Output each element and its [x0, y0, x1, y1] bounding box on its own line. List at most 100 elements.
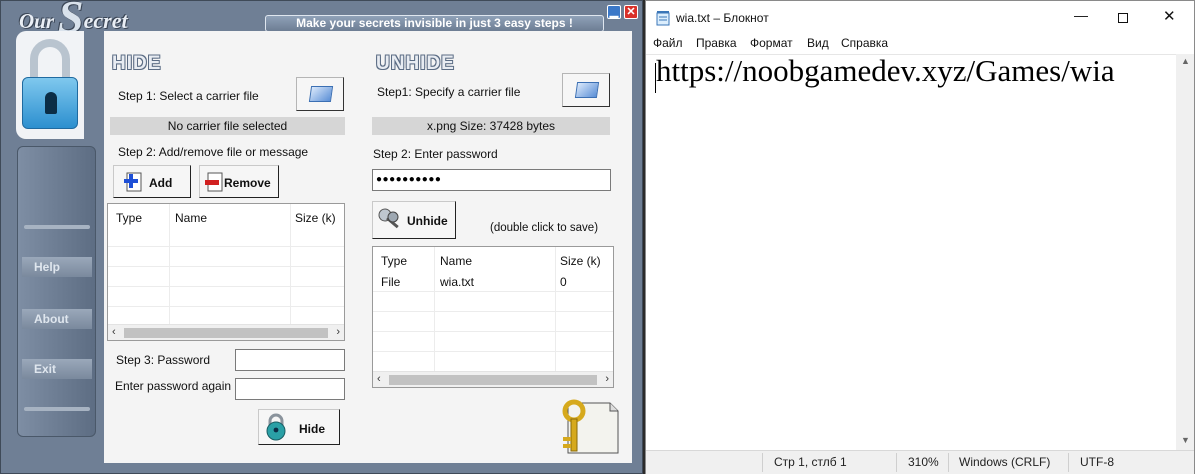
row-divider	[373, 311, 613, 312]
row-divider	[108, 306, 344, 307]
unhide-file-list[interactable]: Type Name Size (k) File wia.txt 0 ‹ ›	[372, 246, 614, 388]
about-button[interactable]: About	[22, 309, 92, 329]
row-divider	[373, 331, 613, 332]
hide-button-label: Hide	[299, 422, 326, 436]
save-hint: (double click to save)	[490, 222, 599, 234]
notepad-close-button[interactable]: ✕	[1163, 7, 1176, 25]
hide-carrier-status: No carrier file selected	[110, 117, 345, 135]
row-name: wia.txt	[440, 275, 475, 289]
unhide-list-hscrollbar[interactable]: ‹ ›	[373, 371, 613, 387]
minimize-button[interactable]: ▁	[607, 5, 621, 19]
folder-icon	[574, 82, 600, 98]
exit-button[interactable]: Exit	[22, 359, 92, 379]
notepad-minimize-button[interactable]: —	[1074, 7, 1088, 23]
notepad-title: wia.txt – Блокнот	[676, 11, 769, 25]
divider	[24, 225, 90, 229]
password-again-label: Enter password again	[115, 379, 232, 393]
logo-secret-text: ecret	[83, 8, 128, 33]
menu-help[interactable]: Справка	[841, 36, 888, 50]
lock-panel	[16, 31, 84, 139]
hide-step3-label: Step 3: Password	[116, 353, 211, 367]
status-encoding: UTF-8	[1080, 455, 1114, 469]
folder-icon	[308, 86, 334, 102]
status-position: Стр 1, стлб 1	[774, 455, 847, 469]
scroll-thumb[interactable]	[389, 375, 597, 385]
logo-our-text: Our	[19, 9, 55, 33]
hide-heading: HIDE	[112, 53, 162, 74]
app-logo: Our Secret	[19, 0, 128, 40]
our-secret-window: Our Secret Make your secrets invisible i…	[0, 0, 643, 474]
column-header-type[interactable]: Type	[116, 211, 142, 225]
unhide-password-input[interactable]: ●●●●●●●●●●	[372, 169, 611, 191]
status-zoom: 310%	[908, 455, 939, 469]
status-divider	[948, 453, 949, 472]
notepad-maximize-button[interactable]	[1118, 13, 1128, 23]
tagline-banner: Make your secrets invisible in just 3 ea…	[265, 15, 604, 32]
unhide-browse-carrier-button[interactable]	[562, 73, 610, 107]
hide-step2-label: Step 2: Add/remove file or message	[118, 145, 309, 159]
scroll-right-icon[interactable]: ›	[605, 372, 609, 387]
hide-browse-carrier-button[interactable]	[296, 77, 344, 111]
hide-password-confirm-input[interactable]	[235, 378, 345, 400]
keyhole-icon	[45, 92, 57, 114]
status-divider	[762, 453, 763, 472]
hide-list-hscrollbar[interactable]: ‹ ›	[108, 324, 344, 340]
row-type: File	[381, 275, 401, 289]
add-file-icon	[124, 172, 142, 192]
divider	[24, 407, 90, 411]
unhide-button-label: Unhide	[407, 214, 448, 228]
scroll-left-icon[interactable]: ‹	[377, 372, 381, 387]
row-size: 0	[560, 275, 567, 289]
add-button-label: Add	[149, 176, 173, 190]
unhide-carrier-status: x.png Size: 37428 bytes	[372, 117, 610, 135]
unhide-button[interactable]: Unhide	[372, 201, 456, 239]
column-header-size[interactable]: Size (k)	[560, 254, 601, 268]
nav-sidebar: Help About Exit	[17, 146, 96, 437]
notepad-vscrollbar[interactable]: ▲ ▼	[1176, 54, 1194, 450]
hide-password-input[interactable]	[235, 349, 345, 371]
notepad-editor[interactable]	[646, 54, 1176, 450]
column-header-name[interactable]: Name	[440, 254, 472, 268]
status-divider	[896, 453, 897, 472]
notepad-window: wia.txt – Блокнот — ✕ Файл Правка Формат…	[645, 0, 1195, 474]
scroll-thumb[interactable]	[124, 328, 328, 338]
hide-file-list[interactable]: Type Name Size (k) ‹ ›	[107, 203, 345, 341]
row-divider	[373, 291, 613, 292]
menu-edit[interactable]: Правка	[696, 36, 737, 50]
close-button[interactable]: ✕	[624, 5, 638, 19]
notepad-menubar: Файл Правка Формат Вид Справка	[646, 34, 1194, 54]
help-button[interactable]: Help	[22, 257, 92, 277]
scroll-left-icon[interactable]: ‹	[112, 325, 116, 340]
hide-lock-icon	[266, 413, 286, 441]
unhide-key-icon	[378, 208, 399, 229]
row-divider	[108, 286, 344, 287]
row-divider	[108, 246, 344, 247]
column-header-type[interactable]: Type	[381, 254, 407, 268]
menu-file[interactable]: Файл	[653, 36, 683, 50]
status-line-endings: Windows (CRLF)	[959, 455, 1051, 469]
column-divider	[555, 247, 556, 371]
menu-view[interactable]: Вид	[807, 36, 829, 50]
main-panel: HIDE Step 1: Select a carrier file No ca…	[104, 31, 632, 463]
column-divider	[434, 247, 435, 371]
notepad-titlebar: wia.txt – Блокнот — ✕	[646, 1, 1194, 34]
column-header-name[interactable]: Name	[175, 211, 207, 225]
key-document-icon	[562, 399, 619, 454]
scroll-right-icon[interactable]: ›	[336, 325, 340, 340]
hide-button[interactable]: Hide	[258, 409, 340, 445]
table-row[interactable]: File wia.txt 0	[373, 271, 613, 291]
menu-format[interactable]: Формат	[750, 36, 793, 50]
padlock-icon	[22, 77, 78, 129]
unhide-step1-label: Step1: Specify a carrier file	[377, 85, 521, 99]
scroll-up-icon[interactable]: ▲	[1181, 56, 1190, 66]
notepad-icon	[656, 11, 670, 26]
add-button[interactable]: Add	[113, 165, 191, 198]
notepad-content[interactable]: https://noobgamedev.xyz/Games/wia	[656, 53, 1115, 89]
column-header-size[interactable]: Size (k)	[295, 211, 336, 225]
remove-button[interactable]: Remove	[199, 165, 279, 198]
unhide-heading: UNHIDE	[376, 53, 455, 74]
row-divider	[108, 266, 344, 267]
remove-button-label: Remove	[224, 176, 271, 190]
notepad-statusbar: Стр 1, стлб 1 310% Windows (CRLF) UTF-8	[646, 450, 1194, 474]
scroll-down-icon[interactable]: ▼	[1181, 435, 1190, 445]
